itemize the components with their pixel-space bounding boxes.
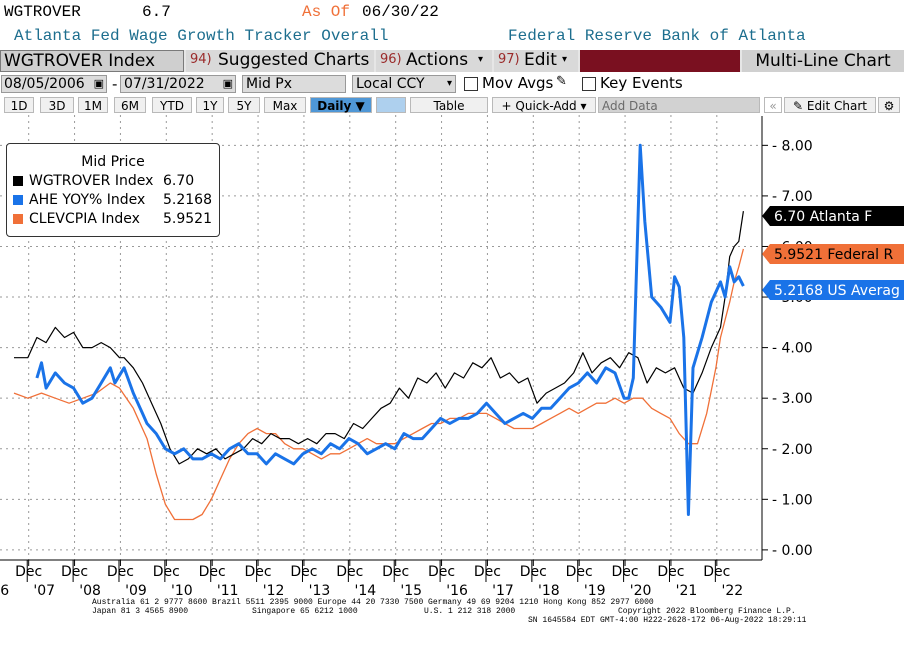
footer-japan: Japan 81 3 4565 8900 [92,607,189,616]
x-tick-year-label: '12 [263,583,285,599]
x-tick-year-label: '11 [217,583,239,599]
x-tick-year-label: '20 [630,583,652,599]
x-tick-year-label: '19 [584,583,606,599]
series-line-clevcpia [13,248,745,521]
x-tick-year-label: '14 [355,583,377,599]
x-tick-month-label: Dec [428,564,455,580]
x-tick-month-label: Dec [382,564,409,580]
x-tick-month-label: Dec [657,564,684,580]
x-tick-month-label: Dec [612,564,639,580]
x-tick-month-label: Dec [520,564,547,580]
legend-swatch [13,195,23,205]
y-tick-label: - 4.00 [772,341,813,357]
legend-title: Mid Price [81,154,145,170]
x-tick-month-label: Dec [474,564,501,580]
y-axis-ticks: - 0.00- 1.00- 2.00- 3.00- 4.00- 5.00- 6.… [762,138,813,559]
x-tick-year-label: '15 [400,583,422,599]
x-tick-year-label: '13 [309,583,331,599]
x-tick-month-label: Dec [153,564,180,580]
footer-contacts: Australia 61 2 9777 8600 Brazil 5511 239… [92,598,654,607]
x-tick-month-label: Dec [290,564,317,580]
footer-singapore: Singapore 65 6212 1000 [252,607,358,616]
chart-svg: - 0.00- 1.00- 2.00- 3.00- 4.00- 5.00- 6.… [0,115,904,599]
legend-series-value: 5.2168 [163,192,212,208]
footer-copyright: Copyright 2022 Bloomberg Finance L.P. [618,607,796,616]
legend-swatch [13,176,23,186]
legend-series-value: 6.70 [163,173,195,189]
x-tick-month-label: Dec [336,564,363,580]
legend-series-name: CLEVCPIA Index [29,211,140,227]
x-tick-month-label: Dec [703,564,730,580]
footer-us: U.S. 1 212 318 2000 [424,607,516,616]
x-tick-month-label: Dec [15,564,42,580]
legend-series-name: WGTROVER Index [29,173,154,189]
x-tick-year-label: '21 [676,583,698,599]
last-value-tag-label: 5.2168 US Averag [774,283,900,299]
y-tick-label: - 1.00 [772,492,813,508]
legend-series-value: 5.9521 [163,211,212,227]
y-tick-label: - 8.00 [772,138,813,154]
x-axis-ticks: Dec '06 Dec '07 Dec '08 Dec '09 Dec '10 Dec '11 Dec '… [0,560,743,599]
x-tick-year-label: '17 [492,583,514,599]
x-tick-year-label: '22 [722,583,744,599]
y-tick-label: - 2.00 [772,442,813,458]
x-tick-year-label: '08 [79,583,101,599]
y-tick-label: - 0.00 [772,543,813,559]
x-tick-month-label: Dec [199,564,226,580]
x-tick-month-label: Dec [107,564,134,580]
x-tick-year-label: '06 [0,583,9,599]
last-value-tag-label: 5.9521 Federal R [774,247,894,263]
legend-series-name: AHE YOY% Index [29,192,146,208]
x-tick-year-label: '18 [538,583,560,599]
x-tick-year-label: '16 [446,583,468,599]
last-value-tag-label: 6.70 Atlanta F [774,209,872,225]
footer-serial: SN 1645584 EDT GMT-4:00 H222-2628-172 06… [528,616,807,625]
last-value-tags: 6.70 Atlanta F 5.9521 Federal R 5.2168 US … [762,206,904,300]
chart-legend[interactable]: Mid Price WGTROVER Index 6.70 AHE YOY% I… [6,143,220,237]
y-tick-label: - 7.00 [772,189,813,205]
y-tick-label: - 3.00 [772,391,813,407]
x-tick-month-label: Dec [566,564,593,580]
legend-swatch [13,214,23,224]
x-tick-month-label: Dec [245,564,272,580]
x-tick-month-label: Dec [61,564,88,580]
x-tick-year-label: '07 [33,583,55,599]
x-tick-year-label: '09 [125,583,147,599]
x-tick-year-label: '10 [171,583,193,599]
